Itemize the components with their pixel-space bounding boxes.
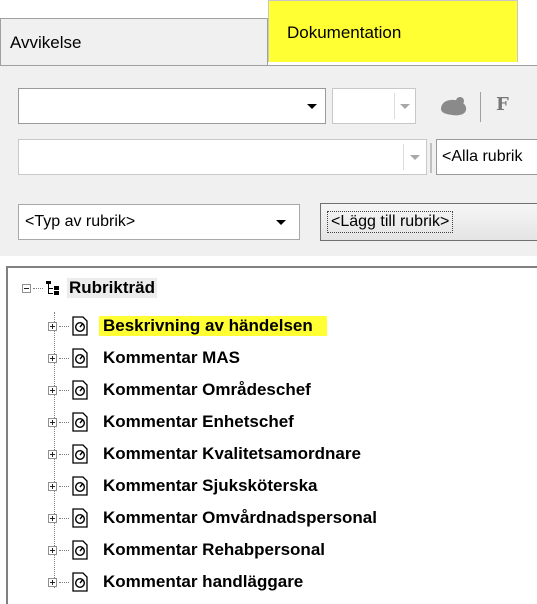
tree-node[interactable]: Kommentar Rehabpersonal: [48, 535, 329, 565]
document-icon: [72, 444, 88, 464]
expand-icon[interactable]: [48, 513, 57, 523]
tree-node[interactable]: Kommentar Enhetschef: [48, 407, 298, 437]
tree-node-label: Beskrivning av händelsen: [99, 316, 327, 336]
color-palette-icon[interactable]: [438, 97, 470, 117]
tree-connector: [33, 287, 43, 289]
document-icon: [72, 540, 88, 560]
tree-node[interactable]: Beskrivning av händelsen: [48, 311, 327, 341]
tree-node[interactable]: Kommentar Kvalitetsamordnare: [48, 439, 365, 469]
tree-node-label: Kommentar Kvalitetsamordnare: [103, 444, 361, 463]
add-rubric-label: <Lägg till rubrik>: [327, 211, 454, 233]
tree-node[interactable]: Kommentar MAS: [48, 343, 244, 373]
expand-icon[interactable]: [48, 545, 57, 555]
document-icon: [72, 476, 88, 496]
collapse-icon[interactable]: [22, 283, 31, 293]
tree-node[interactable]: Kommentar handläggare: [48, 567, 307, 597]
rubric-type-value: <Typ av rubrik>: [25, 213, 136, 230]
tree-connector: [59, 421, 69, 423]
chevron-down-icon[interactable]: [263, 205, 299, 239]
tab-dokumentation-label: Dokumentation: [287, 23, 402, 42]
chevron-down-icon[interactable]: [395, 89, 415, 123]
expand-icon[interactable]: [48, 417, 57, 427]
tree-connector: [59, 389, 69, 391]
document-icon: [72, 316, 88, 336]
tree-connector: [59, 485, 69, 487]
font-button[interactable]: F: [496, 94, 509, 115]
rubric-type-select[interactable]: <Typ av rubrik>: [18, 204, 300, 240]
toolbar-divider: [480, 92, 481, 122]
rubric-tree: Rubrikträd Beskrivning av händelsen Komm…: [6, 266, 537, 604]
document-icon: [72, 572, 88, 592]
tree-connector: [59, 325, 69, 327]
tree-connector: [59, 581, 69, 583]
document-icon: [72, 412, 88, 432]
chevron-down-icon[interactable]: [299, 89, 325, 123]
tree-node-label: Kommentar MAS: [103, 348, 240, 367]
tab-avvikelse[interactable]: Avvikelse: [0, 18, 268, 66]
tree-connector: [59, 357, 69, 359]
add-rubric-button[interactable]: <Lägg till rubrik>: [320, 203, 537, 241]
rubric-filter-value: <Alla rubrik: [442, 148, 523, 165]
tree-node-label: Kommentar handläggare: [103, 572, 304, 591]
document-icon: [72, 508, 88, 528]
tree-node[interactable]: Kommentar Områdeschef: [48, 375, 315, 405]
rubric-filter-combo[interactable]: <Alla rubrik: [436, 139, 537, 175]
tree-node[interactable]: Kommentar Omvårdnadspersonal: [48, 503, 381, 533]
tab-dokumentation[interactable]: Dokumentation: [268, 0, 518, 62]
format-combo[interactable]: [18, 88, 326, 124]
expand-icon[interactable]: [48, 449, 57, 459]
tree-connector: [59, 453, 69, 455]
tab-avvikelse-label: Avvikelse: [10, 33, 82, 52]
expand-icon[interactable]: [48, 321, 57, 331]
tree-structure-icon: [46, 281, 59, 295]
document-icon: [72, 348, 88, 368]
tree-node-label: Kommentar Enhetschef: [103, 412, 294, 431]
expand-icon[interactable]: [48, 481, 57, 491]
tree-node-label: Kommentar Rehabpersonal: [103, 540, 325, 559]
tree-connector: [59, 517, 69, 519]
tree-node-label: Kommentar Sjuksköterska: [103, 476, 318, 495]
tree-node-label: Kommentar Områdeschef: [103, 380, 311, 399]
rubric-search-combo[interactable]: [18, 139, 427, 175]
chevron-down-icon[interactable]: [404, 140, 426, 174]
tree-node[interactable]: Kommentar Sjuksköterska: [48, 471, 321, 501]
tree-connector: [59, 549, 69, 551]
size-combo[interactable]: [332, 88, 416, 124]
toolbar-divider: [430, 143, 432, 173]
tree-root[interactable]: Rubrikträd: [22, 276, 157, 300]
expand-icon[interactable]: [48, 577, 57, 587]
tree-root-label: Rubrikträd: [67, 278, 157, 298]
tab-bar: Avvikelse Dokumentation: [0, 0, 537, 70]
expand-icon[interactable]: [48, 385, 57, 395]
document-icon: [72, 380, 88, 400]
tree-node-label: Kommentar Omvårdnadspersonal: [103, 508, 377, 527]
expand-icon[interactable]: [48, 353, 57, 363]
toolbar-panel: F <Alla rubrik <Typ av rubrik> <Lägg til…: [0, 66, 537, 256]
